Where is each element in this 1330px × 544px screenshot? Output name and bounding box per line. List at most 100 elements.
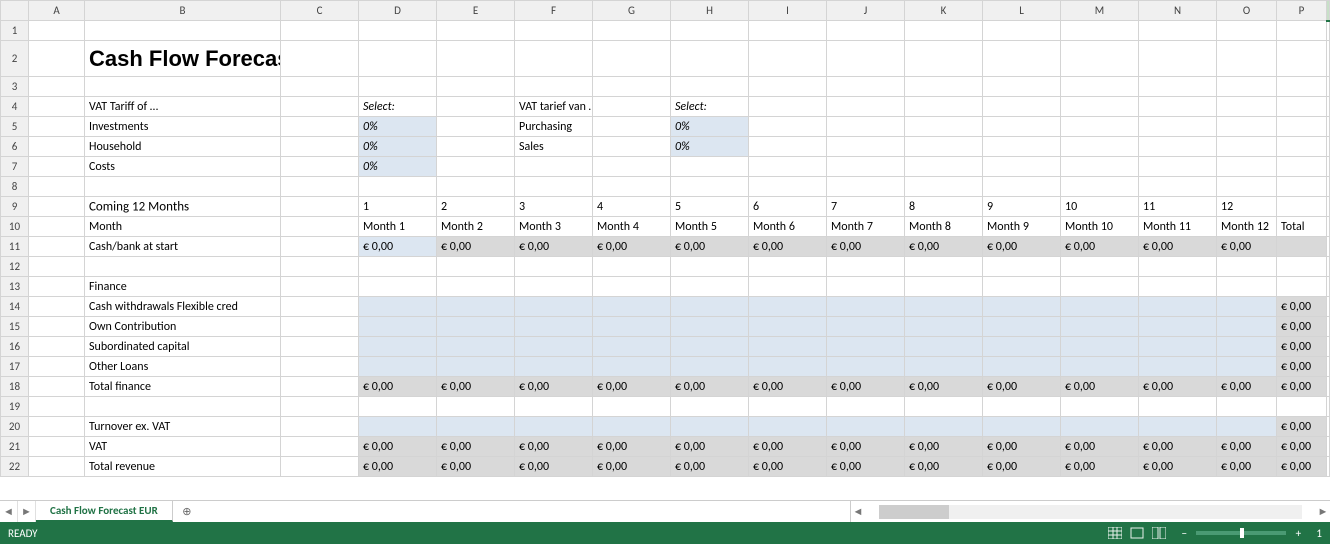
month-name[interactable]: Month 11 [1139, 217, 1217, 237]
col-header[interactable]: M [1061, 1, 1139, 21]
row-header[interactable]: 2 [1, 41, 29, 77]
finance-total-value[interactable]: € 0,00 [359, 377, 437, 397]
row-header[interactable]: 19 [1, 397, 29, 417]
revenue-cell[interactable] [593, 417, 671, 437]
finance-cell[interactable] [1139, 357, 1217, 377]
finance-header[interactable]: Finance [85, 277, 281, 297]
col-header[interactable]: D [359, 1, 437, 21]
row-header[interactable]: 16 [1, 337, 29, 357]
row-header[interactable]: 22 [1, 457, 29, 477]
col-header[interactable]: G [593, 1, 671, 21]
finance-cell[interactable] [515, 297, 593, 317]
revenue-cell[interactable] [515, 417, 593, 437]
revenue-row-label[interactable]: VAT [85, 437, 281, 457]
row-header[interactable]: 18 [1, 377, 29, 397]
month-index[interactable]: 2 [437, 197, 515, 217]
finance-cell[interactable] [1139, 337, 1217, 357]
finance-cell[interactable] [515, 357, 593, 377]
finance-total-value[interactable]: € 0,00 [1061, 377, 1139, 397]
revenue-cell[interactable] [827, 417, 905, 437]
scroll-track[interactable] [879, 505, 1302, 519]
row-header[interactable]: 13 [1, 277, 29, 297]
tab-nav-prev-icon[interactable]: ◄ [0, 501, 18, 522]
finance-total-value[interactable]: € 0,00 [905, 377, 983, 397]
row-header[interactable]: 15 [1, 317, 29, 337]
revenue-cell[interactable] [359, 417, 437, 437]
month-index[interactable]: 5 [671, 197, 749, 217]
horizontal-scrollbar[interactable]: ◄ ► [850, 501, 1330, 522]
revenue-cell[interactable] [1061, 417, 1139, 437]
finance-cell[interactable] [1139, 297, 1217, 317]
scroll-right-icon[interactable]: ► [1316, 505, 1330, 518]
finance-row-label[interactable]: Other Loans [85, 357, 281, 377]
month-index[interactable]: 12 [1217, 197, 1277, 217]
month-name[interactable]: Month 5 [671, 217, 749, 237]
row-header[interactable]: 20 [1, 417, 29, 437]
revenue-total-value[interactable]: € 0,00 [905, 457, 983, 477]
revenue-total-value[interactable]: € 0,00 [359, 457, 437, 477]
month-index[interactable]: 9 [983, 197, 1061, 217]
revenue-total-value[interactable]: € 0,00 [1217, 457, 1277, 477]
revenue-total-value[interactable]: € 0,00 [671, 457, 749, 477]
finance-cell[interactable] [983, 317, 1061, 337]
finance-cell[interactable] [515, 337, 593, 357]
cash-start-value[interactable]: € 0,00 [1139, 237, 1217, 257]
zoom-control[interactable]: − + 1 [1178, 527, 1322, 540]
revenue-cell[interactable] [983, 417, 1061, 437]
finance-cell[interactable] [671, 317, 749, 337]
finance-cell[interactable] [749, 297, 827, 317]
tab-nav-next-icon[interactable]: ► [18, 501, 36, 522]
view-normal-icon[interactable] [1104, 524, 1126, 542]
finance-cell[interactable] [1217, 317, 1277, 337]
row-header[interactable]: 17 [1, 357, 29, 377]
row-header[interactable]: 14 [1, 297, 29, 317]
revenue-total-value[interactable]: € 0,00 [749, 457, 827, 477]
finance-cell[interactable] [437, 297, 515, 317]
month-name[interactable]: Month 1 [359, 217, 437, 237]
view-page-break-icon[interactable] [1148, 524, 1170, 542]
vat-left-header[interactable]: VAT Tariff of … [85, 97, 281, 117]
sheet-table[interactable]: A B C D E F G H I J K L M N O P Q 1 2 Ca… [0, 0, 1330, 477]
revenue-row-total[interactable]: € 0,00 [1277, 437, 1327, 457]
finance-cell[interactable] [671, 297, 749, 317]
revenue-total-value[interactable]: € 0,00 [827, 457, 905, 477]
cash-start-value[interactable]: € 0,00 [437, 237, 515, 257]
spreadsheet-grid[interactable]: A B C D E F G H I J K L M N O P Q 1 2 Ca… [0, 0, 1330, 500]
revenue-total-value[interactable]: € 0,00 [1061, 457, 1139, 477]
row-header[interactable]: 5 [1, 117, 29, 137]
revenue-cell[interactable]: € 0,00 [359, 437, 437, 457]
col-header[interactable]: P [1277, 1, 1327, 21]
finance-total-value[interactable]: € 0,00 [593, 377, 671, 397]
col-header[interactable]: C [281, 1, 359, 21]
revenue-cell[interactable]: € 0,00 [749, 437, 827, 457]
revenue-cell[interactable]: € 0,00 [515, 437, 593, 457]
finance-cell[interactable] [905, 337, 983, 357]
month-index[interactable]: 8 [905, 197, 983, 217]
finance-cell[interactable] [827, 337, 905, 357]
vat-left-row-value[interactable]: 0% [359, 157, 437, 177]
revenue-cell[interactable]: € 0,00 [827, 437, 905, 457]
col-header[interactable]: J [827, 1, 905, 21]
revenue-cell[interactable]: € 0,00 [1217, 437, 1277, 457]
finance-cell[interactable] [359, 317, 437, 337]
finance-cell[interactable] [1217, 337, 1277, 357]
vat-right-header[interactable]: VAT tarief van … [515, 97, 593, 117]
finance-row-total[interactable]: € 0,00 [1277, 357, 1327, 377]
vat-right-row-value[interactable]: 0% [671, 117, 749, 137]
row-header[interactable]: 1 [1, 21, 29, 41]
month-index[interactable]: 6 [749, 197, 827, 217]
scroll-left-icon[interactable]: ◄ [851, 505, 865, 518]
page-title-cell[interactable]: Cash Flow Forecast [85, 41, 281, 77]
zoom-out-button[interactable]: − [1178, 527, 1190, 540]
finance-cell[interactable] [983, 297, 1061, 317]
row-header[interactable]: 11 [1, 237, 29, 257]
finance-cell[interactable] [1061, 317, 1139, 337]
revenue-cell[interactable]: € 0,00 [671, 437, 749, 457]
row-header[interactable]: 10 [1, 217, 29, 237]
col-header[interactable]: N [1139, 1, 1217, 21]
finance-total-value[interactable]: € 0,00 [827, 377, 905, 397]
col-header[interactable]: E [437, 1, 515, 21]
cash-start-total[interactable] [1277, 237, 1327, 257]
month-name[interactable]: Month 12 [1217, 217, 1277, 237]
revenue-total-value[interactable]: € 0,00 [983, 457, 1061, 477]
